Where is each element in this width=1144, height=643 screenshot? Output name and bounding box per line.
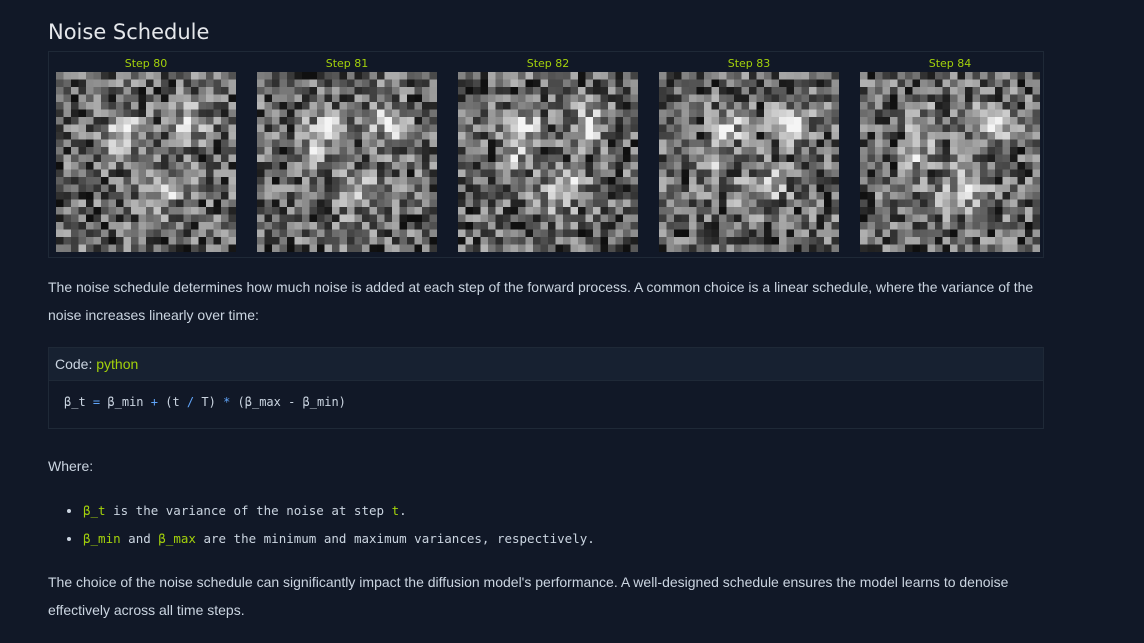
item-text: are the minimum and maximum variances, r… (195, 531, 595, 546)
code-operator: + (150, 395, 158, 409)
frame-label: Step 83 (727, 57, 771, 70)
intro-paragraph: The noise schedule determines how much n… (48, 279, 1034, 323)
code-token: T) (201, 395, 216, 409)
frame-label: Step 80 (124, 57, 168, 70)
code-token: β_t (64, 395, 86, 409)
list-item: β_min and β_max are the minimum and maxi… (48, 525, 595, 553)
term: β_max (158, 531, 196, 546)
code-language: python (96, 356, 139, 372)
code-operator: / (186, 395, 195, 409)
item-text: . (399, 503, 407, 518)
frame-label: Step 81 (325, 57, 369, 70)
code-operator: * (223, 395, 231, 409)
definitions-list: β_t is the variance of the noise at step… (48, 497, 595, 553)
frame-label: Step 82 (526, 57, 570, 70)
noise-image (659, 72, 839, 252)
code-header-label: Code: (55, 356, 93, 372)
code-header: Code: python (49, 348, 1043, 381)
noise-image (458, 72, 638, 252)
list-item: β_t is the variance of the noise at step… (48, 497, 595, 525)
noise-frames-strip: Step 80 Step 81 Step 82 Step 83 Step 84 (48, 51, 1044, 258)
frame-label: Step 84 (928, 57, 972, 70)
noise-image (257, 72, 437, 252)
code-token: (t (165, 395, 180, 409)
term: β_t (83, 503, 106, 518)
code-line: β_t = β_min + (t / T) * (β_max - β_min) (49, 381, 1043, 409)
outro-paragraph: The choice of the noise schedule can sig… (48, 574, 1009, 618)
code-operator: = (92, 395, 101, 409)
item-text: and (120, 531, 159, 546)
code-block: Code: python β_t = β_min + (t / T) * (β_… (48, 347, 1044, 429)
item-text: is the variance of the noise at step (105, 503, 392, 518)
noise-image (860, 72, 1040, 252)
term: t (391, 503, 400, 518)
noise-image (56, 72, 236, 252)
code-token: β_min (107, 395, 144, 409)
term: β_min (83, 531, 121, 546)
code-token: (β_max - β_min) (237, 395, 346, 409)
where-label: Where: (48, 458, 94, 474)
section-title: Noise Schedule (48, 20, 210, 44)
